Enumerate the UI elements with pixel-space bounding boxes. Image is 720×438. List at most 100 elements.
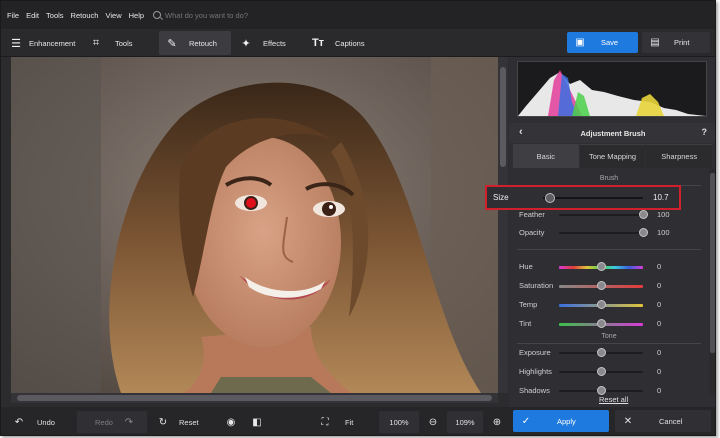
adjustment-panel: ‹ Adjustment Brush ? Basic Tone Mapping …	[509, 57, 715, 407]
reset-label: Reset	[179, 417, 199, 427]
opacity-slider[interactable]	[559, 228, 648, 237]
highlights-thumb[interactable]	[597, 367, 606, 376]
saturation-slider[interactable]	[559, 281, 643, 290]
canvas-vertical-scrollbar[interactable]	[498, 57, 508, 393]
panel-scrollbar[interactable]	[709, 169, 715, 395]
zoom-level[interactable]: 109%	[447, 411, 483, 433]
saturation-row: Saturation 0	[509, 278, 709, 294]
canvas-horizontal-scrollbar[interactable]	[11, 393, 498, 403]
exposure-label: Exposure	[519, 348, 551, 357]
menu-retouch[interactable]: Retouch	[71, 11, 99, 20]
checkmark-icon: ✓	[521, 415, 531, 427]
size-label: Size	[493, 193, 509, 202]
back-arrow-icon[interactable]: ‹	[519, 126, 523, 138]
cancel-button[interactable]: ✕ Cancel	[615, 410, 711, 432]
menu-file[interactable]: File	[7, 11, 19, 20]
size-row-highlight: Size 10.7	[485, 185, 681, 210]
exposure-value[interactable]: 0	[657, 348, 661, 357]
tab-effects[interactable]: ✦ Effects	[235, 31, 307, 55]
hue-value[interactable]: 0	[657, 262, 661, 271]
menu-tools[interactable]: Tools	[46, 11, 64, 20]
compare-toggle[interactable]: ◧	[247, 411, 267, 433]
before-after-icon: ◧	[252, 416, 262, 428]
tab-tone-mapping[interactable]: Tone Mapping	[579, 144, 646, 168]
feather-slider[interactable]	[559, 210, 648, 219]
menu-edit[interactable]: Edit	[26, 11, 39, 20]
size-value[interactable]: 10.7	[653, 193, 669, 202]
tab-enhancement[interactable]: ☰ Enhancement	[9, 31, 81, 55]
tab-sharpness[interactable]: Sharpness	[646, 144, 713, 168]
size-slider[interactable]	[543, 193, 643, 203]
tint-slider[interactable]	[559, 319, 643, 328]
apply-button[interactable]: ✓ Apply	[513, 410, 609, 432]
divider	[517, 343, 701, 344]
menu-view[interactable]: View	[105, 11, 121, 20]
saturation-value[interactable]: 0	[657, 281, 661, 290]
highlights-value[interactable]: 0	[657, 367, 661, 376]
tab-retouch[interactable]: ✎ Retouch	[159, 31, 231, 55]
menubar: File Edit Tools Retouch View Help	[1, 1, 715, 29]
menu-help[interactable]: Help	[129, 11, 144, 20]
hue-label: Hue	[519, 262, 533, 271]
hue-thumb[interactable]	[597, 262, 606, 271]
fit-label: Fit	[345, 417, 354, 427]
zoom-in-button[interactable]: ⊕	[487, 411, 507, 433]
opacity-label: Opacity	[519, 228, 545, 237]
scroll-thumb[interactable]	[500, 67, 506, 167]
exposure-slider[interactable]	[559, 348, 643, 357]
shadows-label: Shadows	[519, 386, 550, 395]
zoom-100-button[interactable]: 100%	[379, 411, 419, 433]
tab-basic[interactable]: Basic	[513, 144, 579, 168]
temp-slider[interactable]	[559, 300, 643, 309]
tint-label: Tint	[519, 319, 532, 328]
panel-title: Adjustment Brush	[580, 128, 646, 138]
feather-value[interactable]: 100	[657, 210, 670, 219]
sliders-icon: ☰	[11, 37, 21, 50]
brush-section-title: Brush	[599, 175, 619, 182]
help-icon[interactable]: ?	[702, 127, 708, 137]
tab-tools-label: Tools	[115, 38, 133, 48]
scroll-thumb[interactable]	[17, 395, 492, 401]
undo-button[interactable]: ↶ Undo	[9, 411, 75, 433]
highlights-slider[interactable]	[559, 367, 643, 376]
search-box	[153, 10, 306, 20]
tint-thumb[interactable]	[597, 319, 606, 328]
search-icon	[153, 11, 162, 19]
apply-label: Apply	[557, 416, 576, 426]
tab-tools[interactable]: ⌗ Tools	[85, 31, 157, 55]
redo-button[interactable]: Redo ↷	[77, 411, 147, 433]
scroll-thumb[interactable]	[710, 173, 715, 353]
reset-all-link[interactable]: Reset all	[599, 395, 628, 404]
tab-captions[interactable]: Tт Captions	[307, 31, 379, 55]
text-icon: Tт	[311, 37, 325, 49]
highlights-label: Highlights	[519, 367, 552, 376]
zoom-out-button[interactable]: ⊖	[423, 411, 443, 433]
shadows-value[interactable]: 0	[657, 386, 661, 395]
shadows-thumb[interactable]	[597, 386, 606, 395]
tab-effects-label: Effects	[263, 38, 286, 48]
feather-thumb[interactable]	[639, 210, 648, 219]
preview-toggle[interactable]: ◉	[221, 411, 241, 433]
tint-value[interactable]: 0	[657, 319, 661, 328]
panel-subtabs: Basic Tone Mapping Sharpness	[513, 144, 713, 168]
temp-value[interactable]: 0	[657, 300, 661, 309]
feather-label: Feather	[519, 210, 545, 219]
search-input[interactable]	[165, 10, 306, 20]
reset-button[interactable]: ↻ Reset	[153, 411, 215, 433]
red-eye	[246, 198, 256, 208]
printer-icon: ▤	[650, 37, 660, 48]
save-button[interactable]: ▣ Save	[567, 32, 638, 53]
fit-button[interactable]: ⛶ Fit	[315, 411, 375, 433]
photo-canvas[interactable]	[11, 57, 498, 393]
exposure-thumb[interactable]	[597, 348, 606, 357]
panel-header: ‹ Adjustment Brush ?	[509, 123, 715, 143]
save-label: Save	[601, 38, 619, 47]
hue-slider[interactable]	[559, 262, 643, 271]
temp-thumb[interactable]	[597, 300, 606, 309]
saturation-thumb[interactable]	[597, 281, 606, 290]
opacity-thumb[interactable]	[639, 228, 648, 237]
print-button[interactable]: ▤ Print	[642, 32, 710, 53]
size-thumb[interactable]	[545, 193, 555, 203]
opacity-value[interactable]: 100	[657, 228, 670, 237]
shadows-slider[interactable]	[559, 386, 643, 395]
